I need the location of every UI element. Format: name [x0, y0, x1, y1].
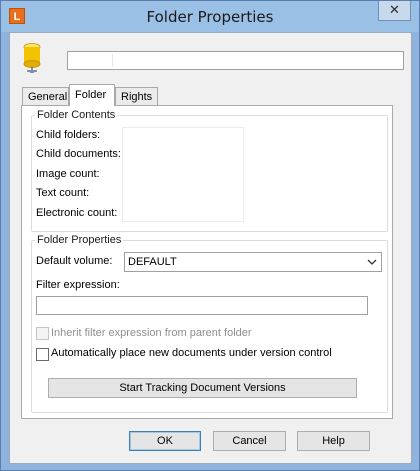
folder-properties-title: Folder Properties	[35, 234, 124, 246]
folder-contents-group: Folder Contents Child folders: Child doc…	[31, 109, 388, 232]
start-tracking-button[interactable]: Start Tracking Document Versions	[48, 378, 357, 398]
folder-tab-panel: Folder Contents Child folders: Child doc…	[21, 105, 393, 419]
chevron-down-icon	[367, 259, 377, 265]
child-folders-label: Child folders:	[36, 129, 101, 141]
title-bar[interactable]: L Folder Properties ✕	[1, 1, 419, 32]
filter-expression-label: Filter expression:	[36, 279, 120, 291]
counts-values-area	[122, 127, 244, 222]
ok-button[interactable]: OK	[129, 431, 201, 451]
auto-version-control-label: Automatically place new documents under …	[51, 347, 332, 359]
text-count-label: Text count:	[36, 187, 90, 199]
folder-database-icon	[23, 43, 41, 73]
default-volume-label: Default volume:	[36, 255, 113, 267]
tab-general[interactable]: General	[22, 87, 69, 106]
dialog-body: General Folder Rights Folder Contents Ch…	[9, 32, 412, 464]
inherit-filter-checkbox[interactable]	[36, 327, 49, 340]
tab-rights[interactable]: Rights	[115, 87, 158, 106]
folder-properties-group: Folder Properties Default volume: DEFAUL…	[31, 234, 388, 413]
default-volume-select[interactable]: DEFAULT	[124, 252, 382, 272]
close-icon: ✕	[389, 2, 400, 17]
image-count-label: Image count:	[36, 168, 100, 180]
cancel-button[interactable]: Cancel	[213, 431, 286, 451]
close-button[interactable]: ✕	[378, 1, 411, 21]
window-title: Folder Properties	[146, 8, 274, 26]
tab-folder[interactable]: Folder	[69, 84, 115, 106]
child-documents-label: Child documents:	[36, 148, 121, 160]
folder-contents-title: Folder Contents	[35, 109, 118, 121]
default-volume-value: DEFAULT	[128, 256, 177, 268]
help-button[interactable]: Help	[297, 431, 370, 451]
folder-name-field[interactable]	[67, 51, 404, 70]
electronic-count-label: Electronic count:	[36, 207, 118, 219]
inherit-filter-label: Inherit filter expression from parent fo…	[51, 327, 252, 339]
filter-expression-input[interactable]	[36, 296, 368, 315]
dialog-window: L Folder Properties ✕ General Folder Rig…	[0, 0, 420, 471]
folder-name-value	[71, 54, 113, 67]
auto-version-control-checkbox[interactable]	[36, 348, 49, 361]
